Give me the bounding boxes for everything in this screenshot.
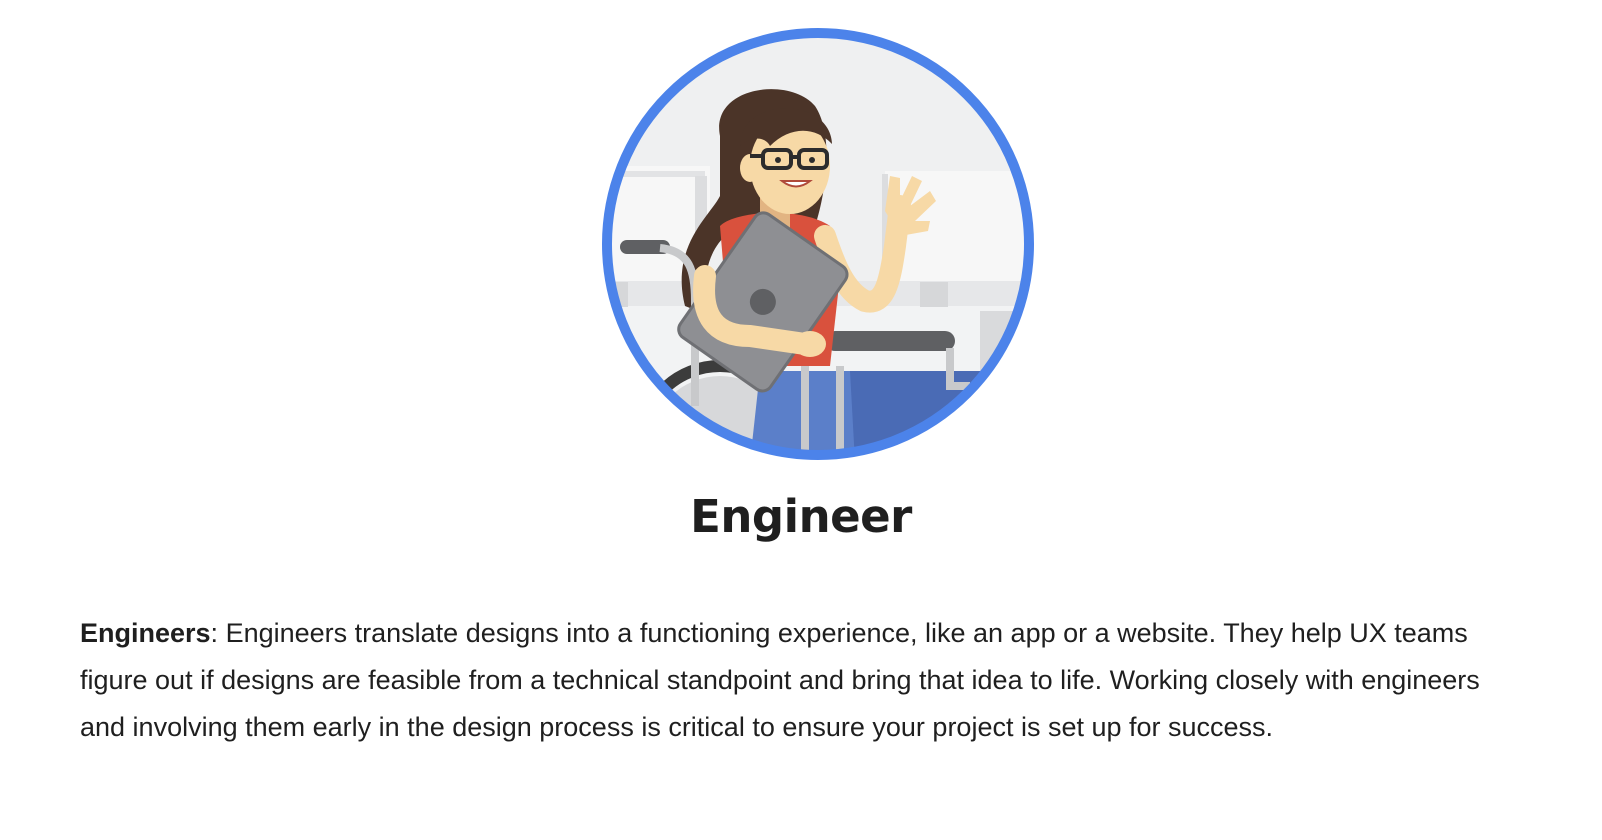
role-title: Engineer [690, 490, 912, 543]
role-term: Engineers [80, 618, 211, 648]
role-description: Engineers: Engineers translate designs i… [80, 610, 1520, 751]
role-description-text: Engineers translate designs into a funct… [80, 618, 1480, 742]
role-portrait-section [0, 0, 1602, 470]
term-separator: : [210, 618, 219, 648]
engineer-illustration [602, 28, 1034, 460]
